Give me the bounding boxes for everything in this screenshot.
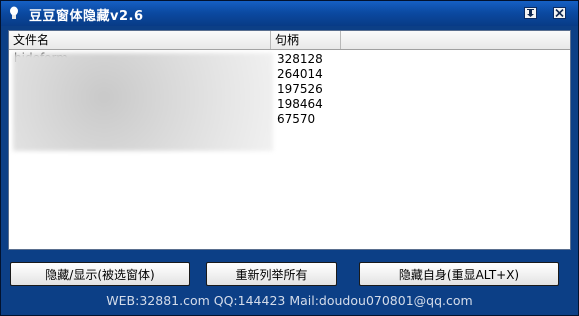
column-header-filename[interactable]: 文件名: [9, 31, 271, 49]
list-item-handle: 328128: [277, 52, 323, 66]
redacted-blur: [13, 53, 273, 151]
refresh-list-button[interactable]: 重新列举所有: [206, 262, 337, 286]
status-bar: WEB:32881.com QQ:144423 Mail:doudou07080…: [1, 291, 578, 315]
close-button[interactable]: [553, 7, 566, 19]
button-bar: 隐藏/显示(被选窗体) 重新列举所有 隐藏自身(重显ALT+X): [1, 251, 578, 291]
list-item-handle: 198464: [277, 97, 323, 111]
list-item-handle: 264014: [277, 67, 323, 81]
hide-self-button[interactable]: 隐藏自身(重显ALT+X): [359, 262, 559, 286]
list-item-handle: 197526: [277, 82, 323, 96]
title-bar[interactable]: 豆豆窗体隐藏v2.6: [1, 1, 578, 26]
list-item-handle: 67570: [277, 112, 316, 126]
list-header: 文件名 句柄: [9, 31, 570, 50]
window-list[interactable]: 文件名 句柄 hideform 328128 264014 197526 198…: [8, 30, 571, 250]
hide-show-selected-button[interactable]: 隐藏/显示(被选窗体): [10, 262, 190, 286]
app-window: 豆豆窗体隐藏v2.6 文件名 句柄 hideform 328128: [0, 0, 579, 316]
column-header-handle[interactable]: 句柄: [271, 31, 341, 49]
column-header-filler: [341, 31, 570, 49]
window-title: 豆豆窗体隐藏v2.6: [29, 9, 144, 24]
pin-icon: [527, 9, 534, 17]
lightbulb-icon: [10, 6, 18, 19]
pin-button[interactable]: [524, 7, 537, 19]
close-icon: [555, 9, 564, 17]
